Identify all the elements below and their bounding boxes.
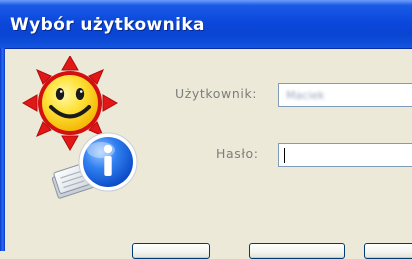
username-field[interactable]: Maciek (278, 83, 412, 107)
dialog-button-1[interactable] (132, 243, 210, 259)
dialog-button-2[interactable] (249, 243, 345, 259)
username-label: Użytkownik: (175, 86, 258, 101)
password-field[interactable] (278, 143, 412, 167)
dialog-button-3[interactable] (364, 243, 412, 259)
username-value: Maciek (286, 89, 325, 102)
window-frame-left (0, 48, 5, 251)
password-label: Hasło: (216, 146, 259, 161)
user-selection-dialog: Wybór użytkownika Użytkownik: Maciek Has… (0, 0, 412, 259)
title-bar[interactable]: Wybór użytkownika (0, 0, 412, 49)
window-title: Wybór użytkownika (10, 15, 205, 35)
sun-smiley-info-icon (21, 56, 138, 199)
text-caret (284, 148, 285, 163)
